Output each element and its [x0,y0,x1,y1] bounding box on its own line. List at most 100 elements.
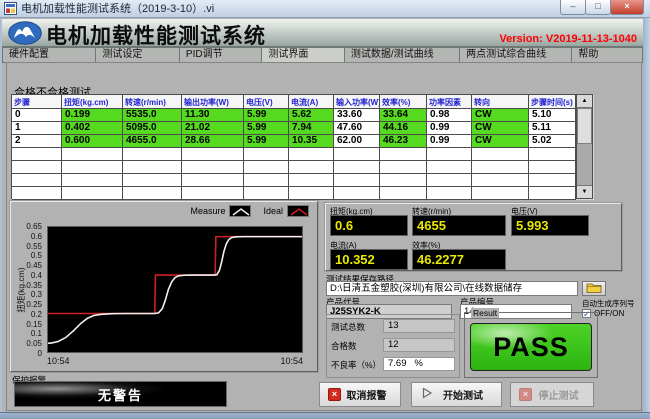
y-tick-label: 0.4 [12,271,42,280]
auto-serial-label: 自动生成序列号 [582,298,635,309]
close-button[interactable]: × [610,0,644,15]
table-cell [334,187,380,200]
table-row[interactable] [12,187,576,200]
table-cell: CW [472,109,529,122]
table-cell: CW [472,135,529,148]
table-cell: 21.02 [182,122,244,135]
app-body: 电机加载性能测试系统 Version: V2019-11-13-1040 硬件配… [0,18,650,419]
tab-pid-tuning[interactable]: PID调节 [179,47,262,63]
table-cell: 5.11 [529,122,576,135]
torque-display: 0.6 [330,215,408,236]
tab-two-point-curve[interactable]: 两点测试综合曲线 [459,47,572,63]
window-title: 电机加载性能测试系统（2019-3-10）.vi [21,0,214,18]
table-cell: 5095.0 [123,122,182,135]
start-test-label: 开始测试 [433,387,501,402]
table-cell [289,148,334,161]
table-header-cell: 步骤 [12,95,62,109]
torque-chart: Measure Ideal 扭矩(kg.cm) 00.050.10.150.20… [10,201,318,372]
stop-x-icon: × [519,388,532,401]
table-row[interactable]: 10.4025095.021.025.997.9447.6044.160.99C… [12,122,576,135]
ideal-swatch[interactable] [287,205,309,217]
table-cell: 5.99 [244,135,289,148]
table-cell [244,148,289,161]
pass-count-field: 12 [383,338,455,352]
table-cell [380,148,427,161]
table-row[interactable]: 00.1995535.011.305.995.6233.6033.640.98C… [12,109,576,122]
y-tick-label: 0.6 [12,232,42,241]
table-cell: 5535.0 [123,109,182,122]
pass-count-label: 合格数 [331,340,357,352]
table-cell [289,161,334,174]
table-header-row: 步骤扭矩(kg.cm)转速(r/min)输出功率(W)电压(V)电流(A)输入功… [12,95,576,109]
save-path-input[interactable]: D:\日清五金塑胶(深圳)有限公司\在线数据储存 [326,281,578,296]
table-header-cell: 输入功率(W) [334,95,380,109]
result-label: Result [471,308,499,318]
table-cell [182,174,244,187]
maximize-button[interactable]: □ [585,0,611,15]
table-cell: 5.99 [244,122,289,135]
table-cell [62,187,123,200]
table-body: 00.1995535.011.305.995.6233.6033.640.98C… [12,109,576,200]
version-label: Version: V2019-11-13-1040 [499,33,637,45]
table-cell: CW [472,122,529,135]
series-measure-line [48,237,302,344]
table-cell [289,174,334,187]
y-tick-label: 0.25 [12,300,42,309]
stop-test-button[interactable]: × 停止测试 [510,382,594,407]
page-title: 电机加载性能测试系统 [46,20,266,50]
legend-measure-label: Measure [190,206,225,216]
table-cell: 11.30 [182,109,244,122]
table-cell [62,161,123,174]
scroll-up-icon[interactable]: ▲ [577,95,592,108]
table-row[interactable] [12,148,576,161]
result-indicator: PASS [470,323,592,371]
window-frame-left [0,18,2,419]
table-cell [12,174,62,187]
table-cell [182,187,244,200]
browse-folder-button[interactable] [582,281,606,296]
y-tick-label: 0.3 [12,290,42,299]
cancel-alarm-label: 取消报警 [341,387,400,402]
table-cell [472,148,529,161]
table-cell: 47.60 [334,122,380,135]
table-header-cell: 电压(V) [244,95,289,109]
scroll-down-icon[interactable]: ▼ [577,185,592,198]
table-row[interactable]: 20.6004655.028.665.9910.3562.0046.230.99… [12,135,576,148]
y-tick-label: 0.15 [12,320,42,329]
table-cell [334,174,380,187]
y-tick-label: 0.65 [12,222,42,231]
table-cell: 2 [12,135,62,148]
efficiency-display: 46.2277 [412,249,506,270]
tab-help[interactable]: 帮助 [571,47,643,63]
table-cell: 33.64 [380,109,427,122]
y-tick-label: 0.5 [12,251,42,260]
header-banner: 电机加载性能测试系统 Version: V2019-11-13-1040 [2,19,643,47]
table-cell [427,148,472,161]
table-cell: 28.66 [182,135,244,148]
table-cell: 5.99 [244,109,289,122]
table-row[interactable] [12,174,576,187]
legend-ideal-label: Ideal [263,206,283,216]
folder-icon [586,280,602,298]
plot-area[interactable] [47,226,303,353]
cancel-alarm-button[interactable]: × 取消报警 [319,382,401,407]
start-test-button[interactable]: 开始测试 [411,382,502,407]
table-cell: 0.199 [62,109,123,122]
table-cell [12,161,62,174]
tab-hardware-config[interactable]: 硬件配置 [2,47,96,63]
scrollbar-thumb[interactable] [577,108,592,144]
table-cell [12,187,62,200]
measure-swatch[interactable] [229,205,251,217]
titlebar[interactable]: 电机加载性能测试系统（2019-3-10）.vi – □ × [0,0,650,18]
table-cell [123,174,182,187]
table-cell [380,187,427,200]
y-axis: 00.050.10.150.20.250.30.350.40.450.50.55… [11,202,45,362]
table-row[interactable] [12,161,576,174]
minimize-button[interactable]: – [560,0,586,15]
tab-test-data-curve[interactable]: 测试数据/测试曲线 [344,47,460,63]
table-cell [12,148,62,161]
table-scrollbar[interactable]: ▲ ▼ [576,95,592,198]
total-tests-label: 测试总数 [331,321,365,333]
tab-test-interface[interactable]: 测试界面 [261,47,344,63]
tab-test-setting[interactable]: 测试设定 [95,47,179,63]
